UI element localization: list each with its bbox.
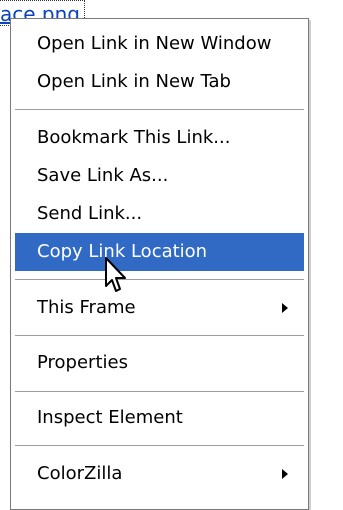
menu-item-send-link[interactable]: Send Link...: [15, 195, 304, 233]
context-menu: Open Link in New Window Open Link in New…: [10, 18, 309, 510]
menu-item-label: Properties: [37, 352, 128, 373]
menu-item-open-new-window[interactable]: Open Link in New Window: [15, 25, 304, 63]
menu-item-label: This Frame: [37, 297, 136, 318]
menu-item-label: Open Link in New Tab: [37, 71, 231, 92]
submenu-arrow-icon: [282, 469, 288, 479]
menu-item-bookmark-link[interactable]: Bookmark This Link...: [15, 119, 304, 157]
page: ace.png Open Link in New Window Open Lin…: [0, 0, 343, 510]
menu-item-label: Bookmark This Link...: [37, 127, 231, 148]
menu-item-this-frame[interactable]: This Frame: [15, 289, 304, 327]
menu-item-label: Send Link...: [37, 203, 143, 224]
menu-item-copy-link-location[interactable]: Copy Link Location: [15, 233, 304, 271]
menu-item-label: Inspect Element: [37, 407, 183, 428]
menu-item-inspect-element[interactable]: Inspect Element: [15, 399, 304, 437]
menu-item-label: ColorZilla: [37, 463, 123, 484]
menu-item-label: Open Link in New Window: [37, 33, 272, 54]
menu-separator: [15, 109, 304, 111]
menu-item-open-new-tab[interactable]: Open Link in New Tab: [15, 63, 304, 101]
menu-separator: [15, 279, 304, 281]
submenu-arrow-icon: [282, 303, 288, 313]
menu-item-properties[interactable]: Properties: [15, 344, 304, 382]
menu-item-label: Save Link As...: [37, 165, 169, 186]
menu-separator: [15, 335, 304, 337]
menu-separator: [15, 445, 304, 447]
mouse-cursor-icon: [105, 257, 126, 292]
menu-separator: [15, 391, 304, 393]
menu-item-colorzilla[interactable]: ColorZilla: [15, 455, 304, 493]
menu-item-save-link-as[interactable]: Save Link As...: [15, 157, 304, 195]
